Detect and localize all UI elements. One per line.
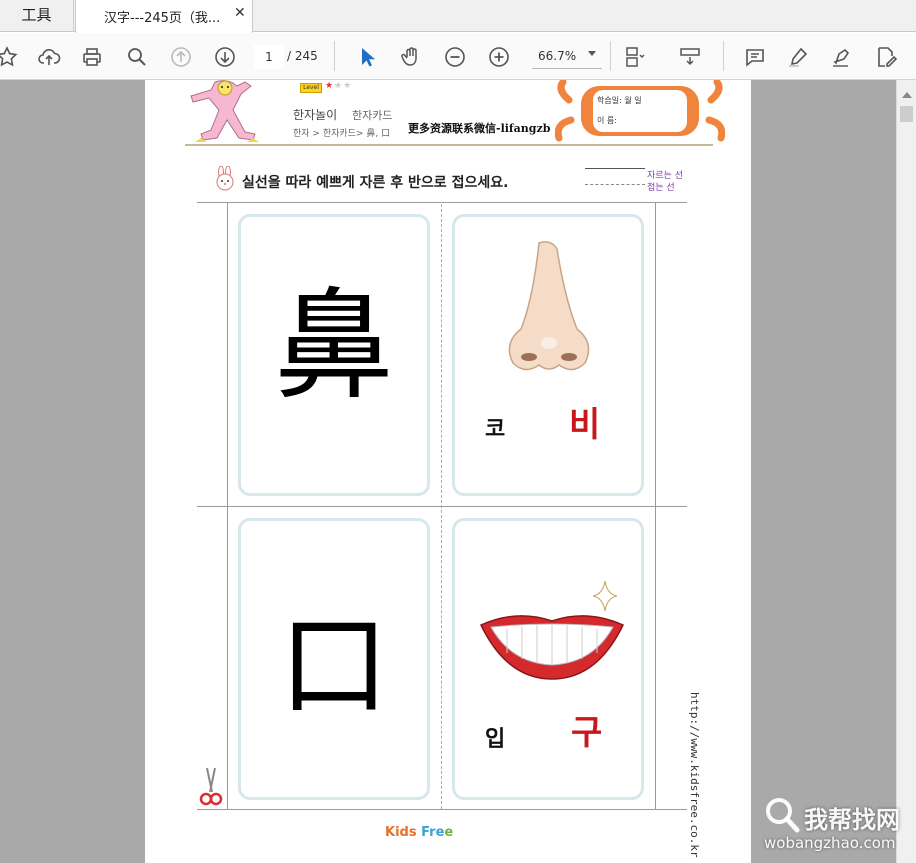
scissors-icon [199, 768, 223, 806]
site-logo-title: 我帮找网 [804, 806, 900, 834]
sparkle-icon [593, 581, 617, 611]
korean-sound: 구 [571, 713, 603, 753]
toolbar-divider [723, 41, 724, 71]
toolbar-divider [334, 41, 335, 71]
crab-illustration [555, 80, 725, 142]
page-down-icon[interactable] [212, 44, 238, 70]
chevron-down-icon [588, 51, 596, 56]
cloud-upload-icon[interactable] [36, 44, 62, 70]
page-up-icon[interactable] [168, 44, 194, 70]
watermark-text: 更多资源联系微信-lifangzb [408, 122, 551, 135]
korean-meaning: 코 [485, 416, 506, 442]
hanja-card-front: 鼻 [238, 214, 430, 496]
mascot-illustration [190, 80, 259, 142]
print-icon[interactable] [79, 44, 105, 70]
tab-document-label: 汉字---245页（我... [104, 11, 221, 26]
edit-pdf-icon[interactable] [873, 44, 899, 70]
page-layout-icon[interactable] [622, 44, 648, 70]
study-date-label: 학습일: 월 일 [597, 96, 642, 105]
difficulty-stars: ★★★ [325, 81, 352, 91]
picture-card-back: 코 비 [452, 214, 644, 496]
zoom-dropdown[interactable]: 66.7% [532, 45, 602, 69]
breadcrumb: 한자 > 한자카드> 鼻, 口 [293, 129, 391, 139]
cut-line-middle [197, 506, 687, 507]
tab-document[interactable]: 汉字---245页（我... ✕ [75, 0, 253, 33]
tab-tools[interactable]: 工具 [0, 0, 74, 32]
instruction-text: 실선을 따라 예쁘게 자른 후 반으로 접으세요. [242, 175, 509, 191]
scroll-mode-icon[interactable] [677, 44, 703, 70]
kidsfree-logo: Kids Free [385, 825, 454, 840]
level-badge: Level [300, 83, 322, 93]
comment-icon[interactable] [742, 44, 768, 70]
header-divider [185, 144, 713, 146]
nose-illustration [508, 241, 590, 371]
page-total: / 245 [287, 49, 318, 63]
cut-line-right [655, 202, 656, 810]
vertical-scrollbar[interactable] [896, 80, 916, 863]
zoom-value: 66.7% [538, 49, 577, 63]
legend-fold-line [585, 184, 645, 185]
korean-meaning: 입 [485, 726, 506, 752]
zoom-in-icon[interactable] [486, 44, 512, 70]
hand-icon[interactable] [398, 44, 424, 70]
page-number-input[interactable] [254, 45, 284, 69]
header-subtitle: 한자카드 [352, 109, 393, 122]
cut-line-top [197, 202, 687, 203]
header-title: 한자놀이 [293, 108, 338, 122]
scroll-thumb[interactable] [900, 106, 913, 122]
zoom-out-icon[interactable] [442, 44, 468, 70]
toolbar-divider [610, 41, 611, 71]
site-logo-domain: wobangzhao.com [764, 834, 896, 852]
sign-icon[interactable] [829, 44, 855, 70]
zoom-search-icon[interactable] [124, 44, 150, 70]
legend-fold-label: 접는 선 [647, 183, 675, 193]
kidsfree-url: http://www.kidsfree.co.kr [688, 692, 701, 858]
korean-sound: 비 [569, 405, 601, 445]
cut-line-left [227, 202, 228, 810]
student-name-label: 이 름: [597, 116, 617, 125]
star-filled-icon: ★ [325, 81, 335, 91]
site-watermark-logo: 我帮找网 wobangzhao.com [762, 796, 912, 856]
select-cursor-icon[interactable] [354, 44, 380, 70]
cut-line-bottom [197, 809, 687, 810]
close-tab-icon[interactable]: ✕ [234, 5, 246, 21]
star-icon[interactable] [0, 44, 20, 70]
hanja-card-front: 口 [238, 518, 430, 800]
scroll-up-icon[interactable] [902, 92, 912, 98]
star-empty-icon: ★★ [334, 81, 353, 91]
picture-card-back: 입 구 [452, 518, 644, 800]
fold-line [441, 204, 442, 809]
toolbar: / 245 66.7% [0, 33, 916, 80]
legend-cut-line [585, 168, 645, 169]
document-viewer[interactable]: Level ★★★ 한자놀이 한자카드 한자 > 한자카드> 鼻, 口 更多资源… [0, 80, 916, 863]
pdf-page: Level ★★★ 한자놀이 한자카드 한자 > 한자카드> 鼻, 口 更多资源… [145, 80, 751, 863]
rabbit-icon [216, 166, 234, 191]
highlight-icon[interactable] [785, 44, 811, 70]
hanja-character: 鼻 [274, 277, 394, 416]
magnifier-icon [766, 798, 800, 833]
hanja-character: 口 [279, 602, 389, 730]
tab-bar: 工具 汉字---245页（我... ✕ [0, 0, 916, 33]
